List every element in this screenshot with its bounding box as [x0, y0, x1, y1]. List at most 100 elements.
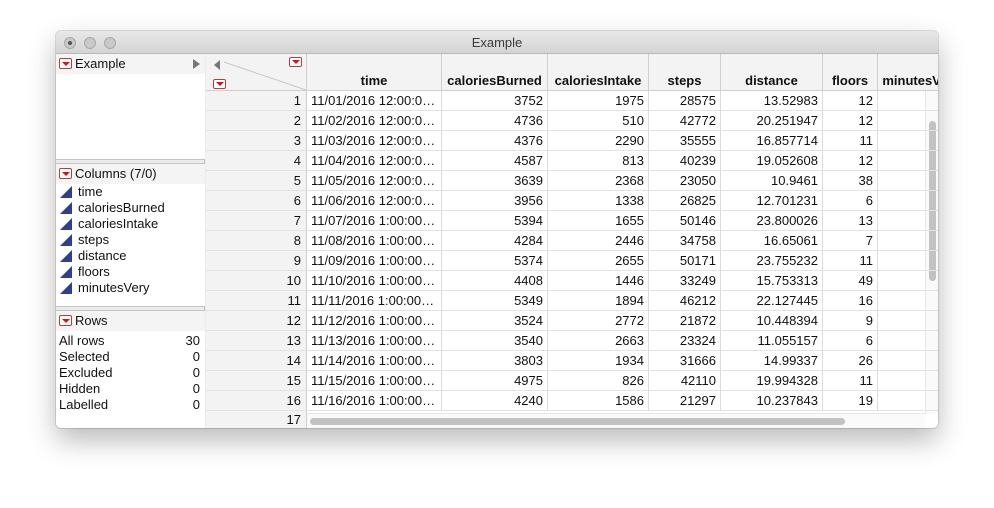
table-cell[interactable]: 813 [548, 151, 649, 171]
table-cell[interactable]: 28575 [649, 91, 721, 111]
table-cell[interactable]: 12 [823, 151, 878, 171]
table-cell[interactable]: 50171 [649, 251, 721, 271]
table-cell[interactable]: 16.65061 [721, 231, 823, 251]
table-cell[interactable]: 9 [823, 311, 878, 331]
rows-red-triangle-icon[interactable] [59, 315, 72, 326]
row-number[interactable]: 10 [206, 271, 307, 291]
table-cell[interactable]: 126 [878, 391, 938, 411]
table-cell[interactable]: 90 [878, 111, 938, 131]
table-cell[interactable]: 11 [823, 371, 878, 391]
table-cell[interactable]: 3956 [442, 191, 548, 211]
table-cell[interactable]: 23324 [649, 331, 721, 351]
table-cell[interactable]: 50146 [649, 211, 721, 231]
column-header[interactable]: steps [649, 54, 721, 91]
table-cell[interactable]: 2290 [548, 131, 649, 151]
table-cell[interactable]: 12 [823, 111, 878, 131]
table-cell[interactable]: 278 [878, 371, 938, 391]
column-item[interactable]: steps [56, 232, 205, 248]
row-number[interactable]: 2 [206, 111, 307, 131]
table-cell[interactable]: 11/15/2016 1:00:00… [307, 371, 442, 391]
column-item[interactable]: caloriesBurned [56, 200, 205, 216]
column-header[interactable]: caloriesBurned [442, 54, 548, 91]
table-cell[interactable]: 23.800026 [721, 211, 823, 231]
table-cell[interactable]: 22.127445 [721, 291, 823, 311]
table-cell[interactable]: 63 [878, 351, 938, 371]
table-cell[interactable]: 10.9461 [721, 171, 823, 191]
table-panel-header[interactable]: Example [56, 54, 205, 74]
table-cell[interactable]: 1975 [548, 91, 649, 111]
table-cell[interactable]: 5374 [442, 251, 548, 271]
table-cell[interactable]: 4376 [442, 131, 548, 151]
column-header[interactable]: minutesVery [878, 54, 938, 91]
table-cell[interactable]: 11/03/2016 12:00:0… [307, 131, 442, 151]
table-cell[interactable]: 11/11/2016 1:00:00… [307, 291, 442, 311]
row-number[interactable]: 3 [206, 131, 307, 151]
table-cell[interactable]: 11 [823, 131, 878, 151]
table-cell[interactable]: 278 [878, 291, 938, 311]
table-cell[interactable]: 13 [823, 211, 878, 231]
table-cell[interactable]: 2655 [548, 251, 649, 271]
row-number[interactable]: 6 [206, 191, 307, 211]
table-cell[interactable]: 11/12/2016 1:00:00… [307, 311, 442, 331]
table-cell[interactable]: 3524 [442, 311, 548, 331]
table-cell[interactable]: 49 [823, 271, 878, 291]
table-cell[interactable]: 19.994328 [721, 371, 823, 391]
horizontal-scroll-thumb[interactable] [310, 418, 845, 425]
rows-panel-header[interactable]: Rows [56, 311, 205, 331]
column-header[interactable]: distance [721, 54, 823, 91]
table-cell[interactable]: 2772 [548, 311, 649, 331]
table-cell[interactable]: 20.251947 [721, 111, 823, 131]
row-number[interactable]: 1 [206, 91, 307, 111]
table-cell[interactable]: 3540 [442, 331, 548, 351]
table-cell[interactable]: 11/05/2016 12:00:0… [307, 171, 442, 191]
table-cell[interactable]: 31666 [649, 351, 721, 371]
table-cell[interactable]: 11/13/2016 1:00:00… [307, 331, 442, 351]
row-number[interactable]: 14 [206, 351, 307, 371]
table-cell[interactable]: 34758 [649, 231, 721, 251]
table-cell[interactable]: 11/07/2016 1:00:00… [307, 211, 442, 231]
table-cell[interactable]: 11/04/2016 12:00:0… [307, 151, 442, 171]
table-cell[interactable]: 7 [823, 231, 878, 251]
table-cell[interactable]: 16 [823, 291, 878, 311]
table-cell[interactable]: 14.99337 [721, 351, 823, 371]
table-cell[interactable]: 11/08/2016 1:00:00… [307, 231, 442, 251]
table-cell[interactable]: 4736 [442, 111, 548, 131]
column-header[interactable]: time [307, 54, 442, 91]
table-cell[interactable]: 11/01/2016 12:00:0… [307, 91, 442, 111]
table-cell[interactable]: 13.52983 [721, 91, 823, 111]
table-cell[interactable]: 16.857714 [721, 131, 823, 151]
table-cell[interactable]: 1446 [548, 271, 649, 291]
table-cell[interactable]: 510 [548, 111, 649, 131]
table-cell[interactable]: 66 [878, 91, 938, 111]
table-cell[interactable]: 40239 [649, 151, 721, 171]
table-cell[interactable]: 35555 [649, 131, 721, 151]
row-number[interactable]: 7 [206, 211, 307, 231]
table-cell[interactable]: 105 [878, 311, 938, 331]
table-cell[interactable]: 12 [823, 91, 878, 111]
table-cell[interactable]: 11/06/2016 12:00:0… [307, 191, 442, 211]
table-cell[interactable]: 11/10/2016 1:00:00… [307, 271, 442, 291]
table-cell[interactable]: 23.755232 [721, 251, 823, 271]
table-cell[interactable]: 1338 [548, 191, 649, 211]
table-cell[interactable]: 66 [878, 331, 938, 351]
table-cell[interactable]: 26825 [649, 191, 721, 211]
table-cell[interactable]: 21872 [649, 311, 721, 331]
table-cell[interactable]: 11 [823, 251, 878, 271]
table-cell[interactable]: 1586 [548, 391, 649, 411]
table-cell[interactable]: 111 [878, 131, 938, 151]
table-cell[interactable]: 15.753313 [721, 271, 823, 291]
columns-red-triangle-icon[interactable] [59, 168, 72, 179]
grid-corner[interactable] [206, 54, 307, 91]
table-cell[interactable]: 264 [878, 211, 938, 231]
column-item[interactable]: floors [56, 264, 205, 280]
table-cell[interactable]: 83 [878, 171, 938, 191]
red-triangle-menu-icon[interactable] [59, 58, 72, 69]
table-cell[interactable]: 6 [823, 191, 878, 211]
table-cell[interactable]: 10.448394 [721, 311, 823, 331]
run-script-icon[interactable] [193, 59, 200, 69]
column-header[interactable]: caloriesIntake [548, 54, 649, 91]
table-cell[interactable]: 19 [823, 391, 878, 411]
horizontal-scrollbar[interactable] [307, 413, 925, 428]
table-cell[interactable]: 4284 [442, 231, 548, 251]
table-cell[interactable]: 26 [823, 351, 878, 371]
